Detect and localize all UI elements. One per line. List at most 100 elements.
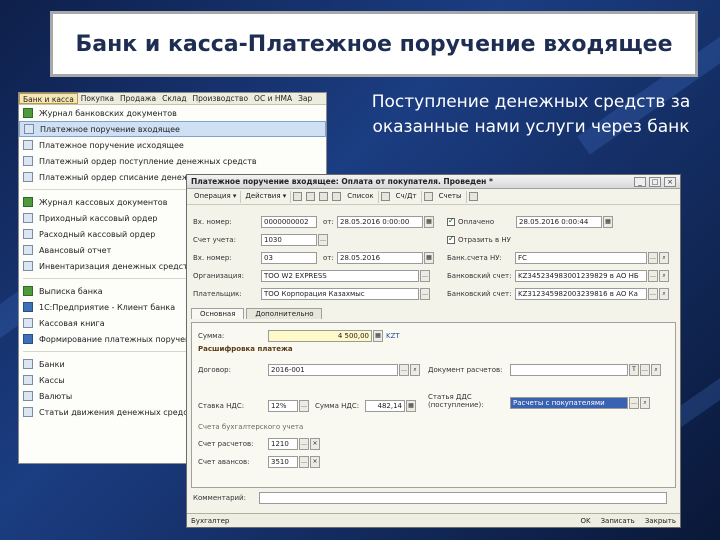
operation-menu-button[interactable]: Операция ▾	[190, 190, 242, 203]
bank-account-nu-select[interactable]: …	[648, 251, 658, 264]
invoices-button[interactable]: Счеты	[435, 190, 467, 203]
menu-fixed-assets[interactable]: ОС и НМА	[251, 93, 295, 104]
subconto-button[interactable]: Сч/Дт	[392, 190, 422, 203]
account-select-button[interactable]: …	[318, 233, 328, 246]
copy-icon[interactable]	[306, 192, 316, 201]
reflect-nu-label: Отразить в НУ	[458, 235, 511, 244]
dds-field[interactable]: Расчеты с покупателями	[510, 397, 628, 409]
menu-item-label: Расходный кассовый ордер	[39, 229, 156, 239]
advance-account-field[interactable]: 3510	[268, 455, 298, 468]
menu-item[interactable]: Журнал банковских документов	[19, 105, 326, 121]
advance-account-select[interactable]: …	[299, 455, 309, 468]
tab-strip: Основная Дополнительно	[191, 308, 324, 319]
menu-item-label: Формирование платежных поручений	[39, 334, 201, 344]
account-field[interactable]: 1030	[261, 233, 317, 246]
payer-label: Плательщик:	[193, 289, 242, 298]
doc-calc-select[interactable]: …	[640, 363, 650, 376]
doc-calc-open[interactable]: ⌕	[651, 363, 661, 376]
actions-menu-button[interactable]: Действия ▾	[241, 190, 292, 203]
organization-select[interactable]: …	[420, 269, 430, 282]
journal-icon	[23, 197, 33, 207]
row-bank-acc2: Банковский счет: KZ312345982003239816 в …	[447, 287, 669, 300]
close-button[interactable]: ×	[664, 176, 676, 187]
doc-calc-field[interactable]	[510, 363, 628, 376]
paid-date-field[interactable]: 28.05.2016 0:00:44	[516, 215, 602, 228]
bank-acc2-select[interactable]: …	[648, 287, 658, 300]
window-titlebar: Платежное поручение входящее: Оплата от …	[187, 175, 680, 189]
menu-production[interactable]: Производство	[190, 93, 252, 104]
number-field[interactable]: 0000000002	[261, 215, 317, 228]
payer-select[interactable]: …	[420, 287, 430, 300]
print-icon[interactable]	[423, 192, 433, 201]
bank-acc1-open[interactable]: ⌕	[659, 269, 669, 282]
tab-additional[interactable]: Дополнительно	[246, 308, 323, 319]
save-icon[interactable]	[319, 192, 329, 201]
comment-field[interactable]	[259, 491, 667, 504]
dds-open[interactable]: ⌕	[640, 397, 650, 409]
write-button[interactable]: Записать	[601, 517, 635, 525]
window-title: Платежное поручение входящее: Оплата от …	[191, 177, 493, 186]
tab-main[interactable]: Основная	[191, 308, 245, 319]
row-dds: Статья ДДС (поступление): Расчеты с поку…	[428, 393, 650, 417]
vat-rate-select[interactable]: …	[299, 399, 309, 412]
bank-acc1-field[interactable]: KZ345234983001239829 в АО НБ	[515, 269, 647, 282]
menu-sales[interactable]: Продажа	[117, 93, 159, 104]
row-paid: Оплачено 28.05.2016 0:00:44 ▦	[447, 215, 613, 228]
menu-item[interactable]: Платежный ордер поступление денежных сре…	[19, 153, 326, 169]
incoming-date-field[interactable]: 28.05.2016	[337, 251, 423, 264]
organization-field[interactable]: ТОО W2 EXPRESS	[261, 269, 419, 282]
incoming-number-field[interactable]: 03	[261, 251, 317, 264]
sum-field[interactable]: 4 500,00	[268, 329, 372, 342]
dds-select[interactable]: …	[629, 397, 639, 409]
bank-account-nu-open[interactable]: ⌕	[659, 251, 669, 264]
add-icon[interactable]	[293, 192, 303, 201]
calendar-button[interactable]: ▦	[424, 215, 434, 228]
date-field[interactable]: 28.05.2016 0:00:00	[337, 215, 423, 228]
dt-kt-icon[interactable]	[380, 192, 390, 201]
vat-sum-label: Сумма НДС:	[315, 401, 360, 410]
payer-field[interactable]: ТОО Корпорация Казахмыс	[261, 287, 419, 300]
maximize-button[interactable]: □	[649, 176, 661, 187]
paid-calendar-button[interactable]: ▦	[603, 215, 613, 228]
client-bank-icon	[23, 302, 33, 312]
doc-calc-type[interactable]: T	[629, 363, 639, 376]
bank-acc2-field[interactable]: KZ312345982003239816 в АО Ка	[515, 287, 647, 300]
list-button[interactable]: Список	[343, 190, 379, 203]
vat-sum-field[interactable]: 482,14	[365, 399, 405, 412]
calc-account-clear[interactable]: ×	[310, 437, 320, 450]
contract-open[interactable]: ⌕	[410, 363, 420, 376]
main-menubar: Банк и касса Покупка Продажа Склад Произ…	[19, 93, 326, 105]
help-icon[interactable]	[468, 192, 478, 201]
paid-checkbox[interactable]	[447, 216, 455, 226]
menu-salary[interactable]: Зар	[295, 93, 315, 104]
incoming-calendar-button[interactable]: ▦	[424, 251, 434, 264]
status-user: Бухгалтер	[191, 516, 230, 525]
calculator-button[interactable]: ▦	[373, 329, 383, 342]
calc-account-select[interactable]: …	[299, 437, 309, 450]
ok-button[interactable]: OK	[580, 517, 590, 525]
calc-account-field[interactable]: 1210	[268, 437, 298, 450]
bank-acc1-select[interactable]: …	[648, 269, 658, 282]
contract-select[interactable]: …	[399, 363, 409, 376]
menu-item[interactable]: Платежное поручение исходящее	[19, 137, 326, 153]
advance-account-clear[interactable]: ×	[310, 455, 320, 468]
bank-account-nu-field[interactable]: FC	[515, 251, 647, 264]
menu-bank-cash[interactable]: Банк и касса	[19, 93, 78, 104]
currency-label: KZT	[386, 331, 400, 340]
minimize-button[interactable]: _	[634, 176, 646, 187]
reflect-nu-checkbox[interactable]	[447, 234, 455, 244]
row-reflect: Отразить в НУ	[447, 233, 511, 246]
document-icon	[23, 245, 33, 255]
menu-purchase[interactable]: Покупка	[78, 93, 117, 104]
bank-acc2-open[interactable]: ⌕	[659, 287, 669, 300]
post-icon[interactable]	[332, 192, 342, 201]
document-icon	[23, 156, 33, 166]
dds-label-group: Статья ДДС (поступление):	[428, 393, 510, 409]
close-window-button[interactable]: Закрыть	[645, 517, 676, 525]
vat-calculator-button[interactable]: ▦	[406, 399, 416, 412]
vat-rate-field[interactable]: 12%	[268, 399, 298, 412]
contract-field[interactable]: 2016-001	[268, 363, 398, 376]
menu-item[interactable]: Платежное поручение входящее	[19, 121, 326, 137]
menu-warehouse[interactable]: Склад	[159, 93, 189, 104]
list-icon	[23, 407, 33, 417]
